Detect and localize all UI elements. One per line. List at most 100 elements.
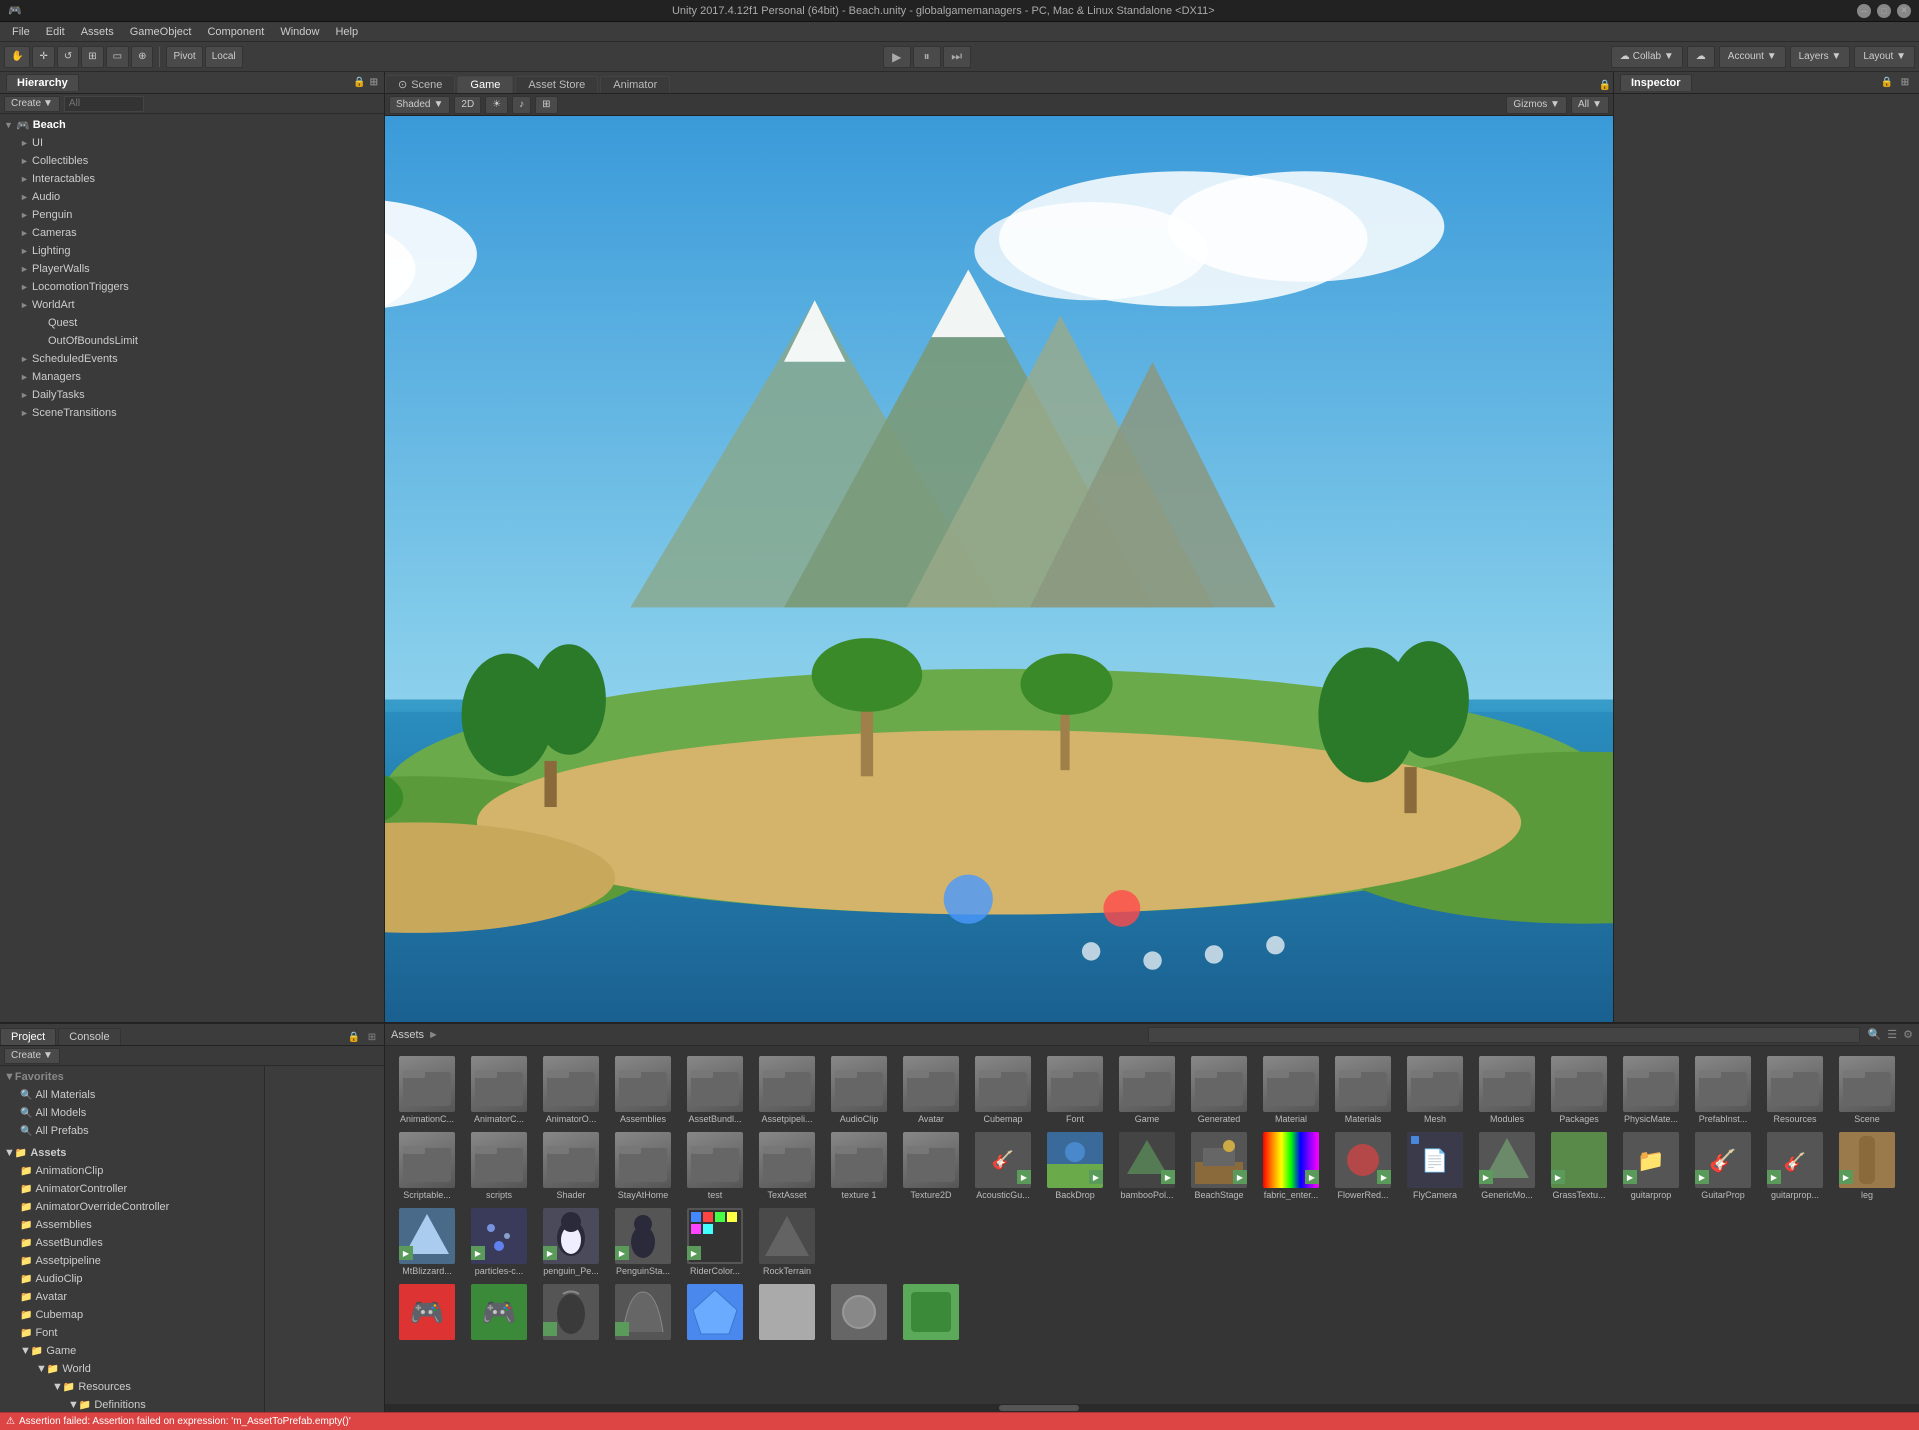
pause-button[interactable]: ⏸: [913, 46, 941, 68]
hierarchy-item-audio[interactable]: ► Audio: [0, 188, 384, 206]
hierarchy-expand-icon[interactable]: ⊞: [370, 77, 378, 88]
hierarchy-item-penguin[interactable]: ► Penguin: [0, 206, 384, 224]
favorites-all-prefabs[interactable]: 🔍 All Prefabs: [0, 1122, 264, 1140]
bottom-scrollbar[interactable]: [385, 1404, 1919, 1412]
asset-icon4[interactable]: [609, 1282, 677, 1344]
asset-backdrop[interactable]: ▶ BackDrop: [1041, 1130, 1109, 1202]
asset-materials[interactable]: Materials: [1329, 1054, 1397, 1126]
move-tool-button[interactable]: ✛: [32, 46, 54, 68]
menu-file[interactable]: File: [4, 24, 38, 40]
asset-game[interactable]: Game: [1113, 1054, 1181, 1126]
asset-guitarprop3[interactable]: 🎸 ▶ guitarprop...: [1761, 1130, 1829, 1202]
filter-icon[interactable]: ☰: [1887, 1028, 1897, 1041]
scene-view[interactable]: Y: [385, 116, 1613, 1022]
asset-assetpipeline[interactable]: Assetpipeli...: [753, 1054, 821, 1126]
asset-assemblies[interactable]: Assemblies: [609, 1054, 677, 1126]
favorites-header[interactable]: ▼ Favorites: [0, 1068, 264, 1086]
close-button[interactable]: ✕: [1897, 4, 1911, 18]
assets-root[interactable]: ▼ 📁 Assets: [0, 1144, 264, 1162]
inspector-menu-icon[interactable]: ⊞: [1897, 75, 1913, 91]
scene-tab[interactable]: ⊙ Scene: [385, 75, 455, 93]
local-button[interactable]: Local: [205, 46, 243, 68]
asset-flycamera[interactable]: 📄 FlyCamera: [1401, 1130, 1469, 1202]
hierarchy-item-interactables[interactable]: ► Interactables: [0, 170, 384, 188]
hierarchy-item-playerwalls[interactable]: ► PlayerWalls: [0, 260, 384, 278]
asset-scriptable[interactable]: Scriptable...: [393, 1130, 461, 1202]
asset-textasset[interactable]: TextAsset: [753, 1130, 821, 1202]
asset-material[interactable]: Material: [1257, 1054, 1325, 1126]
tree-audioclip[interactable]: 📁 AudioClip: [0, 1270, 264, 1288]
account-button[interactable]: Account ▼: [1719, 46, 1786, 68]
shading-dropdown[interactable]: Shaded ▼: [389, 96, 450, 114]
tree-font[interactable]: 📁 Font: [0, 1324, 264, 1342]
tree-animatoroverride[interactable]: 📁 AnimatorOverrideController: [0, 1198, 264, 1216]
asset-penguinsta[interactable]: ▶ PenguinSta...: [609, 1206, 677, 1278]
menu-edit[interactable]: Edit: [38, 24, 73, 40]
asset-icon2[interactable]: 🎮: [465, 1282, 533, 1344]
hierarchy-item-outofboundslimit[interactable]: OutOfBoundsLimit: [0, 332, 384, 350]
hierarchy-create-button[interactable]: Create ▼: [4, 96, 60, 112]
asset-grasstexture[interactable]: ▶ GrassTextu...: [1545, 1130, 1613, 1202]
asset-store-tab[interactable]: Asset Store: [515, 76, 598, 93]
settings-icon[interactable]: ⚙: [1903, 1028, 1913, 1041]
hierarchy-item-scheduledevents[interactable]: ► ScheduledEvents: [0, 350, 384, 368]
step-button[interactable]: ⏭: [943, 46, 971, 68]
asset-mesh[interactable]: Mesh: [1401, 1054, 1469, 1126]
tree-assemblies[interactable]: 📁 Assemblies: [0, 1216, 264, 1234]
hierarchy-search-input[interactable]: [64, 96, 144, 112]
asset-leg[interactable]: ▶ leg: [1833, 1130, 1901, 1202]
scrollbar-thumb[interactable]: [999, 1405, 1079, 1411]
scene-icon2[interactable]: ♪: [512, 96, 531, 114]
hierarchy-tab[interactable]: Hierarchy: [6, 74, 79, 91]
asset-shader[interactable]: Shader: [537, 1130, 605, 1202]
tree-assetpipeline[interactable]: 📁 Assetpipeline: [0, 1252, 264, 1270]
asset-genericmo[interactable]: ▶ GenericMo...: [1473, 1130, 1541, 1202]
favorites-all-materials[interactable]: 🔍 All Materials: [0, 1086, 264, 1104]
asset-icon7[interactable]: [825, 1282, 893, 1344]
tree-assetbundles[interactable]: 📁 AssetBundles: [0, 1234, 264, 1252]
asset-assetbundles[interactable]: AssetBundl...: [681, 1054, 749, 1126]
asset-stayathome[interactable]: StayAtHome: [609, 1130, 677, 1202]
asset-prefabinst[interactable]: PrefabInst...: [1689, 1054, 1757, 1126]
asset-rockterrain[interactable]: RockTerrain: [753, 1206, 821, 1278]
project-tab[interactable]: Project: [0, 1028, 56, 1045]
asset-guitarprop[interactable]: 📁 ▶ guitarprop: [1617, 1130, 1685, 1202]
asset-icon1[interactable]: 🎮: [393, 1282, 461, 1344]
maximize-button[interactable]: □: [1877, 4, 1891, 18]
game-tab[interactable]: Game: [457, 76, 513, 93]
view-lock-icon[interactable]: 🔒: [1597, 77, 1613, 93]
project-menu-icon[interactable]: ⊞: [364, 1029, 380, 1045]
favorites-all-models[interactable]: 🔍 All Models: [0, 1104, 264, 1122]
asset-icon6[interactable]: [753, 1282, 821, 1344]
pivot-button[interactable]: Pivot: [166, 46, 202, 68]
hierarchy-item-dailytasks[interactable]: ► DailyTasks: [0, 386, 384, 404]
asset-mtblizzard[interactable]: ▶ MtBlizzard...: [393, 1206, 461, 1278]
asset-beachstage[interactable]: ▶ BeachStage: [1185, 1130, 1253, 1202]
project-create-button[interactable]: Create ▼: [4, 1048, 60, 1064]
dimension-dropdown[interactable]: 2D: [454, 96, 481, 114]
hierarchy-item-scenetransitions[interactable]: ► SceneTransitions: [0, 404, 384, 422]
inspector-lock-icon[interactable]: 🔒: [1879, 75, 1895, 91]
menu-help[interactable]: Help: [327, 24, 366, 40]
assets-search-input[interactable]: [1148, 1027, 1859, 1043]
hierarchy-item-worldart[interactable]: ► WorldArt: [0, 296, 384, 314]
menu-component[interactable]: Component: [199, 24, 272, 40]
scene-icon1[interactable]: ☀: [485, 96, 508, 114]
asset-font[interactable]: Font: [1041, 1054, 1109, 1126]
asset-avatar[interactable]: Avatar: [897, 1054, 965, 1126]
tree-animatorcontroller[interactable]: 📁 AnimatorController: [0, 1180, 264, 1198]
all-dropdown[interactable]: All ▼: [1571, 96, 1609, 114]
tree-cubemap[interactable]: 📁 Cubemap: [0, 1306, 264, 1324]
play-button[interactable]: ▶: [883, 46, 911, 68]
hierarchy-item-quest[interactable]: Quest: [0, 314, 384, 332]
asset-ridercolor[interactable]: ▶ RiderColor...: [681, 1206, 749, 1278]
tree-avatar[interactable]: 📁 Avatar: [0, 1288, 264, 1306]
animator-tab[interactable]: Animator: [600, 76, 670, 93]
asset-generated[interactable]: Generated: [1185, 1054, 1253, 1126]
rotate-tool-button[interactable]: ↺: [57, 46, 79, 68]
asset-cubemap[interactable]: Cubemap: [969, 1054, 1037, 1126]
menu-gameobject[interactable]: GameObject: [122, 24, 200, 40]
tree-game[interactable]: ▼ 📁 Game: [0, 1342, 264, 1360]
asset-physicmate[interactable]: PhysicMate...: [1617, 1054, 1685, 1126]
asset-scripts[interactable]: scripts: [465, 1130, 533, 1202]
